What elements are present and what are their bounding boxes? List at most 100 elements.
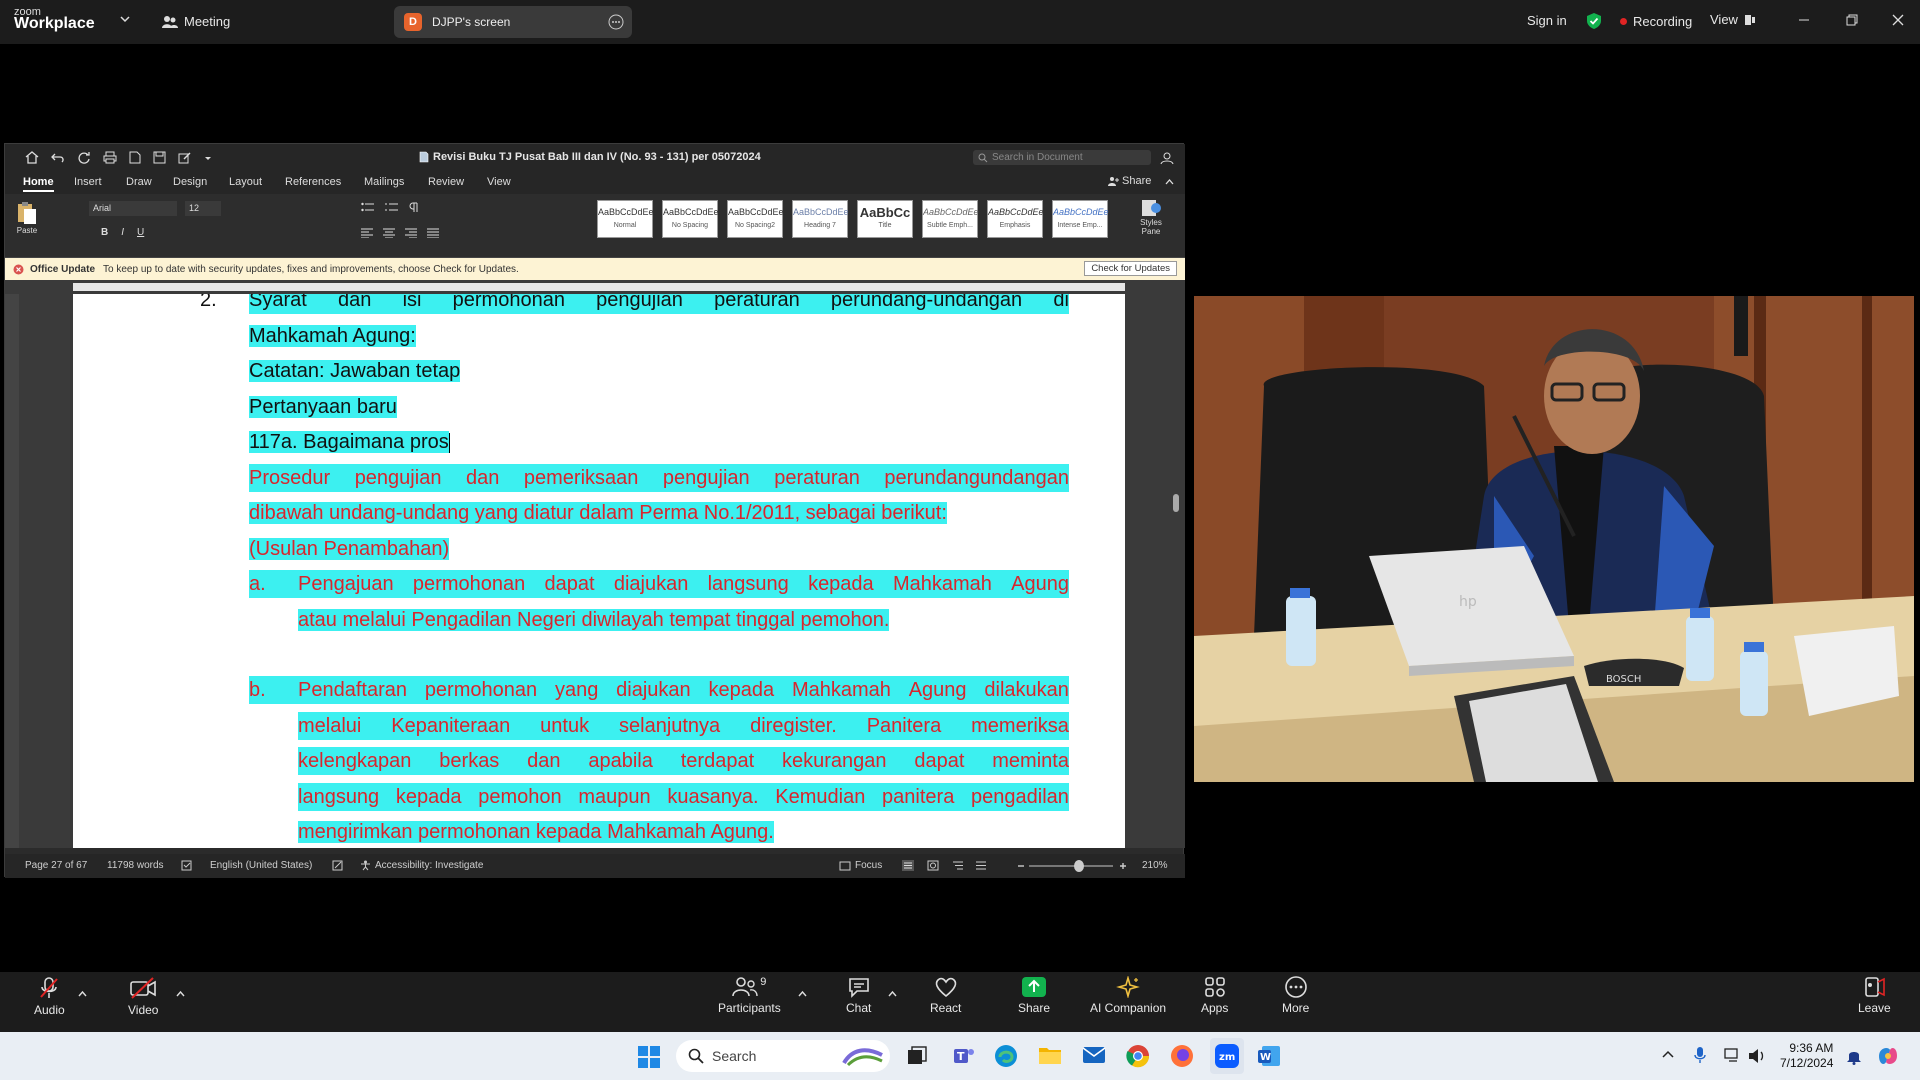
tab-layout[interactable]: Layout [229, 176, 262, 188]
home-icon[interactable] [25, 151, 39, 164]
align-right-icon[interactable] [405, 228, 417, 238]
style-no-spacing2[interactable]: AaBbCcDdEe No Spacing2 [727, 200, 784, 238]
customize-toolbar-icon[interactable] [204, 154, 212, 162]
tab-view[interactable]: View [487, 176, 511, 188]
notification-bell-icon[interactable] [1846, 1047, 1862, 1065]
italic-button[interactable]: I [121, 227, 124, 238]
edge-icon[interactable] [994, 1044, 1018, 1068]
document-page[interactable]: 2. Syarat dan isi permohonan pengujian peratu… [73, 294, 1125, 848]
more-button[interactable]: More [1282, 976, 1309, 1015]
microphone-tray-icon[interactable] [1694, 1046, 1706, 1064]
redo-icon[interactable] [77, 151, 91, 164]
apps-button[interactable]: Apps [1201, 976, 1228, 1015]
teams-icon[interactable]: T [952, 1044, 976, 1068]
save-icon[interactable] [153, 151, 166, 164]
workplace-menu-chevron-icon[interactable] [120, 14, 130, 24]
participants-options-chevron-icon[interactable] [798, 990, 807, 997]
restore-icon[interactable] [1846, 14, 1858, 26]
align-center-icon[interactable] [383, 228, 395, 238]
undo-icon[interactable] [51, 151, 65, 164]
word-count[interactable]: 11798 words [107, 860, 164, 871]
track-changes-icon[interactable] [332, 860, 344, 871]
zoom-slider[interactable] [1029, 860, 1113, 872]
security-shield-icon[interactable] [1586, 12, 1602, 30]
vertical-scrollbar-thumb[interactable] [1173, 494, 1179, 512]
font-name-select[interactable]: Arial [89, 201, 177, 216]
leave-button[interactable]: Leave [1858, 976, 1891, 1015]
style-emphasis[interactable]: AaBbCcDdEe Emphasis [987, 200, 1044, 238]
audio-options-chevron-icon[interactable] [78, 990, 87, 997]
chat-button[interactable]: Chat [846, 976, 871, 1015]
underline-button[interactable]: U [137, 227, 144, 238]
bullets-icon[interactable] [361, 202, 375, 212]
tab-home[interactable]: Home [23, 176, 54, 192]
account-icon[interactable] [1160, 151, 1174, 165]
zoom-out-icon[interactable] [1017, 862, 1025, 870]
mail-icon[interactable] [1082, 1044, 1106, 1066]
share-document-button[interactable]: Share [1107, 175, 1151, 187]
start-windows-icon[interactable] [638, 1046, 660, 1068]
tab-insert[interactable]: Insert [74, 176, 102, 188]
edit-icon[interactable] [178, 151, 192, 164]
new-document-icon[interactable] [129, 151, 141, 164]
style-normal[interactable]: AaBbCcDdEe Normal [597, 200, 654, 238]
search-document-input[interactable]: Search in Document [973, 150, 1151, 165]
accessibility-checker[interactable]: Accessibility: Investigate [360, 860, 483, 871]
style-no-spacing[interactable]: AaBbCcDdEe No Spacing [662, 200, 719, 238]
page-count[interactable]: Page 27 of 67 [25, 860, 87, 871]
tab-references[interactable]: References [285, 176, 341, 188]
style-intense-emphasis[interactable]: AaBbCcDdEe Intense Emp... [1052, 200, 1109, 238]
taskbar-search-box[interactable]: Search [676, 1040, 890, 1072]
video-options-chevron-icon[interactable] [176, 990, 185, 997]
word-app-icon[interactable]: W [1258, 1044, 1282, 1068]
chat-options-chevron-icon[interactable] [888, 990, 897, 997]
share-screen-button[interactable]: Share [1018, 976, 1050, 1015]
file-explorer-icon[interactable] [1038, 1044, 1062, 1066]
style-title[interactable]: AaBbCc Title [857, 200, 913, 238]
meeting-tab[interactable]: Meeting [162, 14, 230, 29]
print-icon[interactable] [103, 151, 117, 164]
collapse-ribbon-icon[interactable] [1165, 178, 1174, 185]
participants-button[interactable]: 9 Participants [718, 976, 781, 1015]
focus-mode-button[interactable]: Focus [839, 860, 882, 871]
pilcrow-icon[interactable] [409, 202, 419, 213]
justify-icon[interactable] [427, 228, 439, 238]
tab-mailings[interactable]: Mailings [364, 176, 404, 188]
style-heading-7[interactable]: AaBbCcDdEe Heading 7 [792, 200, 849, 238]
bold-button[interactable]: B [101, 227, 108, 238]
shared-screen-tab[interactable]: D DJPP's screen [394, 6, 632, 38]
print-layout-icon[interactable] [902, 860, 914, 871]
recording-indicator[interactable]: Recording [1620, 14, 1692, 29]
language-indicator[interactable]: English (United States) [210, 860, 312, 871]
video-button[interactable]: Video [128, 976, 158, 1017]
sign-in-button[interactable]: Sign in [1527, 13, 1567, 28]
styles-pane-button[interactable]: Styles Pane [1131, 198, 1171, 236]
more-options-icon[interactable] [608, 14, 624, 30]
paste-button[interactable]: Paste [15, 200, 39, 235]
firefox-icon[interactable] [1170, 1044, 1194, 1068]
copilot-icon[interactable] [1876, 1044, 1900, 1068]
check-for-updates-button[interactable]: Check for Updates [1084, 261, 1177, 276]
network-icon[interactable] [1724, 1048, 1742, 1064]
style-subtle-emphasis[interactable]: AaBbCcDdEe Subtle Emph... [922, 200, 979, 238]
task-view-icon[interactable] [906, 1046, 928, 1066]
participant-video[interactable]: hp BOSCH [1194, 296, 1914, 782]
close-icon[interactable] [1892, 14, 1904, 26]
numbering-icon[interactable] [385, 202, 399, 212]
chrome-icon[interactable] [1126, 1044, 1150, 1068]
zoom-in-icon[interactable] [1119, 862, 1127, 870]
align-left-icon[interactable] [361, 228, 373, 238]
zoom-slider-knob[interactable] [1074, 860, 1085, 872]
react-button[interactable]: React [930, 976, 961, 1015]
volume-icon[interactable] [1748, 1048, 1766, 1064]
audio-button[interactable]: Audio [34, 976, 65, 1017]
proofing-icon[interactable] [181, 860, 193, 871]
font-size-select[interactable]: 12 [185, 201, 221, 216]
outline-view-icon[interactable] [952, 860, 964, 871]
tab-design[interactable]: Design [173, 176, 207, 188]
tab-draw[interactable]: Draw [126, 176, 152, 188]
view-button[interactable]: View [1710, 12, 1756, 27]
minimize-icon[interactable] [1798, 14, 1810, 26]
taskbar-clock[interactable]: 9:36 AM 7/12/2024 [1780, 1041, 1833, 1071]
ai-companion-button[interactable]: AI Companion [1090, 976, 1166, 1015]
